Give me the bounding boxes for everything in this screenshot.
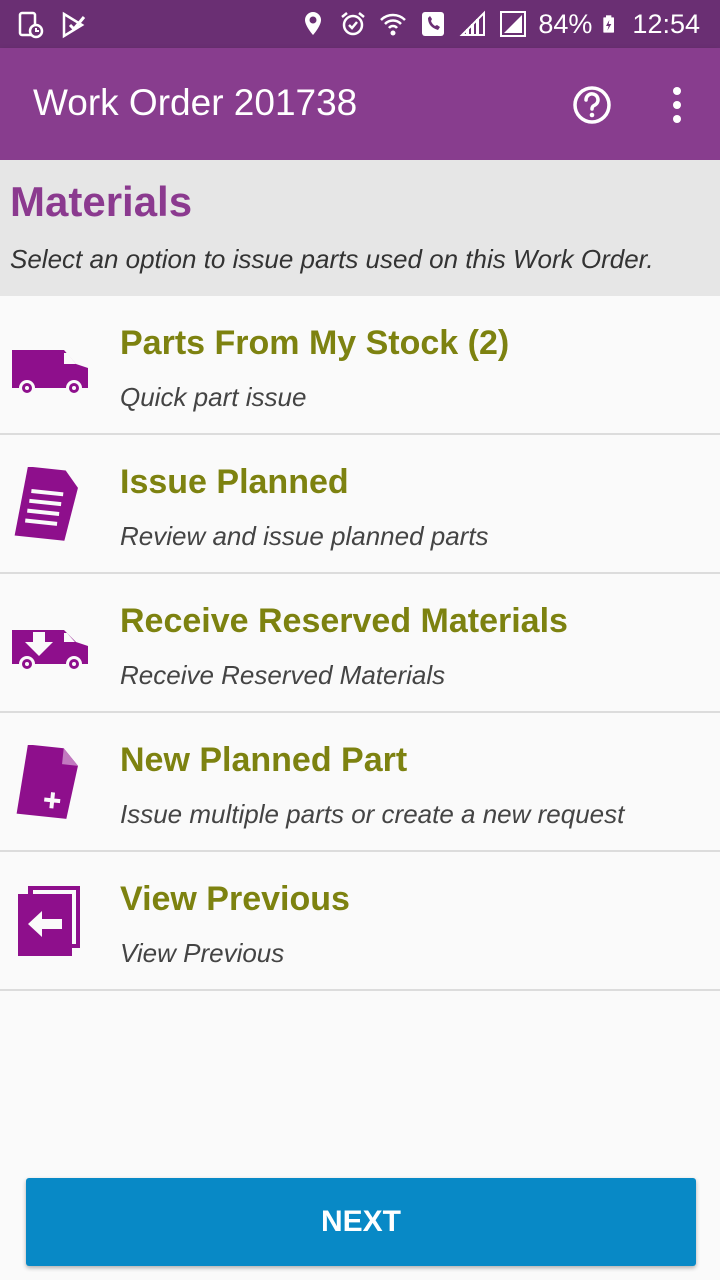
section-header: Materials Select an option to issue part… [0, 160, 720, 296]
previous-pages-icon [18, 886, 80, 956]
battery-charging-icon [603, 15, 615, 33]
list-item-issue-planned[interactable]: Issue Planned Review and issue planned p… [0, 435, 720, 574]
van-download-icon [12, 630, 88, 672]
document-icon [14, 467, 78, 541]
option-title: View Previous [120, 880, 350, 918]
list-item-parts-from-my-stock[interactable]: Parts From My Stock (2) Quick part issue [0, 296, 720, 435]
wifi-icon [380, 13, 407, 36]
help-icon[interactable] [572, 85, 612, 125]
alarm-icon [341, 12, 366, 36]
option-subtitle: View Previous [120, 938, 285, 968]
clock: 12:54 [632, 8, 700, 39]
option-title: Issue Planned [120, 463, 349, 501]
battery-percentage: 84% [538, 8, 593, 39]
page-title: Work Order 201738 [33, 82, 358, 123]
app-bar: Work Order 201738 [0, 48, 720, 160]
status-bar: 84% 12:54 [0, 0, 720, 48]
signal-box-icon [500, 11, 527, 37]
option-subtitle: Review and issue planned parts [120, 521, 489, 551]
next-button[interactable]: NEXT [26, 1178, 696, 1266]
option-subtitle: Issue multiple parts or create a new req… [120, 799, 625, 829]
list-item-receive-reserved-materials[interactable]: Receive Reserved Materials Receive Reser… [0, 574, 720, 713]
option-title: Receive Reserved Materials [120, 602, 568, 640]
list-item-new-planned-part[interactable]: New Planned Part Issue multiple parts or… [0, 713, 720, 852]
task-check-icon [62, 11, 86, 39]
option-subtitle: Receive Reserved Materials [120, 660, 446, 690]
option-subtitle: Quick part issue [120, 382, 307, 412]
van-icon [12, 350, 88, 396]
section-subtitle: Select an option to issue parts used on … [10, 244, 654, 274]
location-icon [305, 12, 322, 35]
wifi-call-icon [422, 12, 445, 36]
options-list: Parts From My Stock (2) Quick part issue… [0, 296, 720, 991]
option-title: New Planned Part [120, 741, 408, 779]
list-item-view-previous[interactable]: View Previous View Previous [0, 852, 720, 991]
document-add-icon [16, 745, 78, 819]
section-title: Materials [10, 178, 193, 225]
signal-icon [459, 10, 486, 36]
screen-timer-icon [18, 11, 44, 39]
more-options-icon[interactable] [662, 84, 692, 126]
option-title: Parts From My Stock (2) [120, 324, 510, 362]
